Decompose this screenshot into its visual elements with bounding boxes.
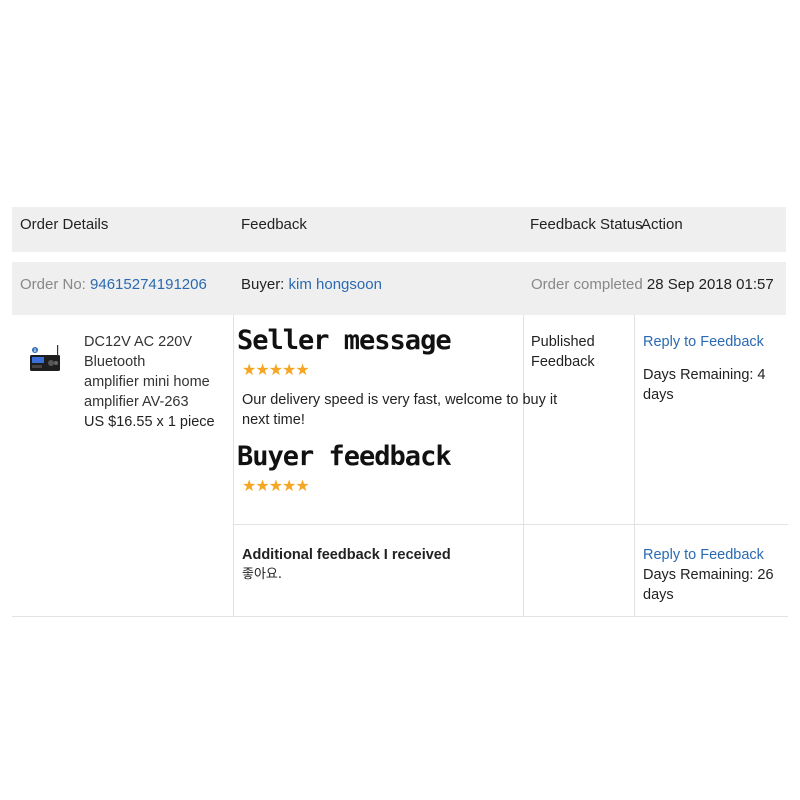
order-summary-row: Order No: 94615274191206 Buyer: kim hong… — [12, 262, 786, 315]
buyer-feedback-heading: Buyer feedback — [237, 441, 452, 472]
header-order-details: Order Details — [20, 216, 109, 233]
order-number-link[interactable]: 94615274191206 — [90, 276, 207, 293]
column-divider — [634, 315, 635, 617]
order-feedback-panel: Order Details Feedback Feedback Status A… — [12, 207, 788, 617]
buyer-name-link[interactable]: kim hongsoon — [289, 276, 382, 293]
order-status-date: 28 Sep 2018 01:57 — [646, 276, 774, 293]
buyer-info: Buyer: kim hongsoon — [241, 276, 382, 293]
row-divider — [234, 524, 788, 525]
header-feedback: Feedback — [241, 216, 307, 233]
order-status: Order completed 28 Sep 2018 01:57 — [531, 276, 774, 293]
seller-message-line: next time! — [242, 412, 305, 428]
feedback-status-line: Feedback — [531, 354, 595, 370]
seller-rating-stars: ★★★★★ — [242, 362, 310, 379]
order-no-label: Order No: — [20, 276, 86, 293]
feedback-status: Published Feedback — [531, 332, 595, 372]
header-feedback-status: Feedback Status — [530, 216, 643, 233]
feedback-status-line: Published — [531, 334, 595, 350]
product-title-line: amplifier AV-263 — [84, 394, 189, 410]
seller-message-text: Our delivery speed is very fast, welcome… — [242, 390, 557, 430]
column-divider — [523, 315, 524, 617]
product-title-line: amplifier mini home — [84, 374, 210, 390]
days-remaining: Days Remaining: 4 days — [643, 367, 766, 403]
order-status-label: Order completed — [531, 276, 643, 293]
reply-to-feedback-link[interactable]: Reply to Feedback — [643, 332, 764, 352]
svg-text:B: B — [33, 348, 36, 354]
seller-message-heading: Seller message — [237, 325, 452, 356]
table-bottom-border — [12, 616, 788, 617]
buyer-rating-stars: ★★★★★ — [242, 478, 310, 495]
table-header: Order Details Feedback Feedback Status A… — [12, 207, 786, 252]
additional-feedback-text: 좋아요. — [242, 567, 283, 582]
additional-feedback-label: Additional feedback I received — [242, 547, 451, 563]
amplifier-product-image: B — [30, 345, 60, 371]
product-price: US $16.55 x 1 piece — [84, 414, 215, 430]
buyer-label: Buyer: — [241, 276, 285, 293]
product-title-line: DC12V AC 220V Bluetooth — [84, 334, 193, 370]
header-action: Action — [641, 216, 683, 233]
product-title[interactable]: DC12V AC 220V Bluetooth amplifier mini h… — [84, 332, 234, 412]
reply-to-feedback-link[interactable]: Reply to Feedback — [643, 545, 764, 565]
seller-message-line: Our delivery speed is very fast, welcome… — [242, 392, 558, 408]
order-number: Order No: 94615274191206 — [20, 276, 207, 293]
days-remaining: Days Remaining: 26 days — [643, 567, 774, 603]
